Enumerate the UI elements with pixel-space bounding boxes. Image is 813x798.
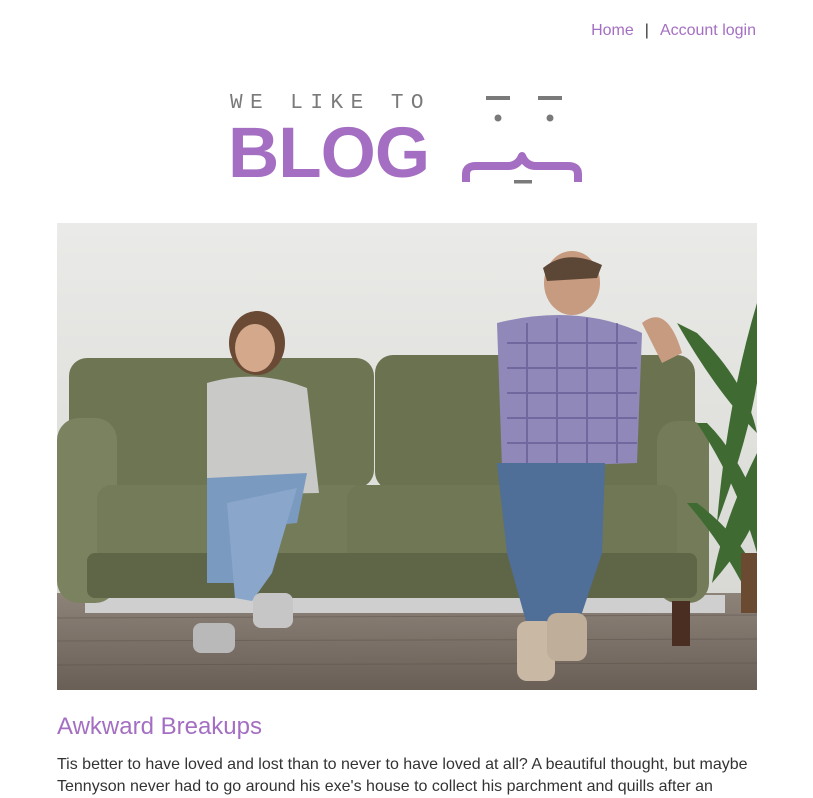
home-link[interactable]: Home bbox=[591, 22, 634, 40]
hero-image bbox=[57, 223, 757, 690]
post-title[interactable]: Awkward Breakups bbox=[57, 713, 262, 741]
nav-separator: | bbox=[644, 22, 649, 39]
logo-brand-text: BLOG bbox=[228, 114, 430, 193]
logo-face-icon bbox=[462, 96, 582, 184]
hero-photo-illustration bbox=[57, 223, 757, 690]
account-login-link[interactable]: Account login bbox=[660, 22, 756, 40]
logo-tagline: WE LIKE TO bbox=[230, 92, 432, 115]
post-excerpt: Tis better to have loved and lost than t… bbox=[57, 756, 748, 795]
site-logo[interactable]: WE LIKE TO BLOG bbox=[228, 88, 588, 192]
top-navigation: Home | Account login bbox=[591, 22, 756, 40]
